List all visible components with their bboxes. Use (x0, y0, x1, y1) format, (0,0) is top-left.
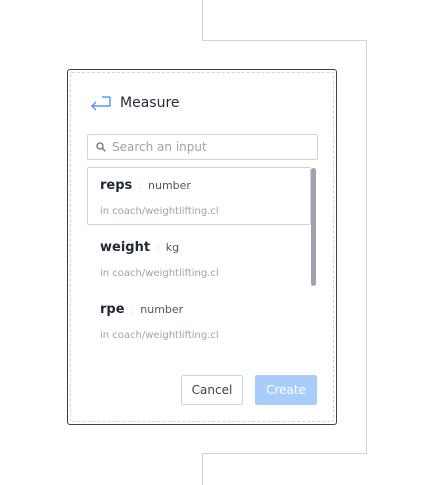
canvas: Measure reps: number in coach/weightliftin… (0, 0, 435, 485)
list-item[interactable]: weight: kg in coach/weightlifting.cl (87, 229, 311, 287)
list-item-header: reps: number (100, 178, 298, 198)
search-input[interactable] (112, 140, 312, 154)
input-list: reps: number in coach/weightlifting.cl weig… (87, 167, 319, 355)
input-location: in coach/weightlifting.cl (100, 268, 219, 279)
list-item[interactable]: reps: number in coach/weightlifting.cl (87, 167, 311, 225)
connector-line (366, 40, 367, 454)
search-box[interactable] (87, 134, 318, 160)
input-name: rpe (100, 302, 125, 317)
dialog-header: Measure (88, 92, 180, 114)
search-icon (96, 142, 106, 152)
input-location: in coach/weightlifting.cl (100, 206, 219, 217)
connector-line (202, 0, 203, 40)
type-separator: : (130, 303, 135, 316)
list-item[interactable]: rpe: number in coach/weightlifting.cl (87, 291, 311, 349)
cancel-button[interactable]: Cancel (181, 375, 243, 405)
input-type: kg (165, 241, 180, 254)
list-scrollbar[interactable] (311, 168, 316, 286)
input-location: in coach/weightlifting.cl (100, 330, 219, 341)
connector-line (202, 453, 203, 485)
list-item-header: rpe: number (100, 302, 298, 322)
enter-arrow-icon (91, 96, 111, 111)
type-separator: : (138, 179, 142, 192)
dialog-title: Measure (120, 95, 180, 111)
type-separator: : (156, 241, 160, 254)
input-type: number (148, 179, 191, 192)
input-name: reps (100, 178, 133, 193)
list-item-header: weight: kg (100, 240, 298, 260)
input-name: weight (100, 240, 151, 255)
connector-line (202, 40, 367, 41)
create-button[interactable]: Create (255, 375, 317, 405)
input-type: number (140, 303, 184, 316)
connector-line (202, 453, 367, 454)
measure-dialog: Measure reps: number in coach/weightliftin… (67, 69, 337, 425)
